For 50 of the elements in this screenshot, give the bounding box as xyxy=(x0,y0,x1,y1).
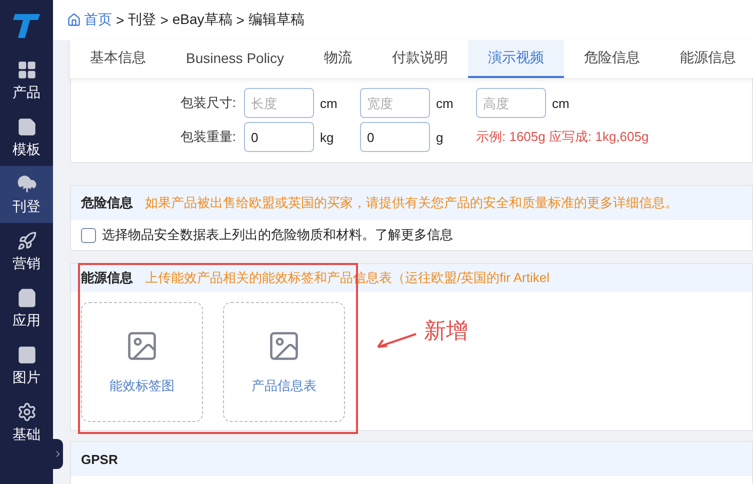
breadcrumb-item: 编辑草稿 xyxy=(248,11,304,29)
upload-tile[interactable]: 能效标签图 xyxy=(81,302,203,422)
annotation-text: 新增 xyxy=(424,317,468,345)
tab[interactable]: 付款说明 xyxy=(372,40,468,78)
field-label: 包装重量: xyxy=(179,128,236,146)
breadcrumb-separator: > xyxy=(160,12,168,28)
field-label: 包装尺寸: xyxy=(179,94,236,112)
hint-text: 示例: 1605g 应写成: 1kg,605g xyxy=(476,128,649,146)
unit-text: cm xyxy=(436,96,454,110)
upload-tile[interactable]: 产品信息表 xyxy=(223,302,345,422)
tab[interactable]: 能源信息 xyxy=(660,40,753,78)
collapse-toggle[interactable] xyxy=(53,439,63,469)
input-field[interactable]: 长度 xyxy=(244,88,314,118)
logo-icon xyxy=(12,13,40,39)
checkbox-label: 选择物品安全数据表上列出的危险物质和材料。了解更多信息 xyxy=(102,226,453,244)
cloud-upload-icon xyxy=(16,174,36,194)
input-field[interactable]: 0 xyxy=(244,122,314,152)
unit-text: kg xyxy=(320,130,335,144)
home-icon xyxy=(67,13,81,27)
breadcrumb-link[interactable]: 首页 xyxy=(67,11,112,29)
input-field[interactable]: 高度 xyxy=(476,88,546,118)
sidebar-item[interactable]: 模板 xyxy=(0,109,53,166)
sidebar-item[interactable]: 图片 xyxy=(0,337,53,394)
breadcrumb-item: eBay草稿 xyxy=(172,11,232,29)
unit-text: g xyxy=(436,130,444,144)
rocket-icon xyxy=(16,230,36,250)
sidebar-item[interactable]: 营销 xyxy=(0,223,53,280)
input-field[interactable]: 宽度 xyxy=(360,88,430,118)
tab[interactable]: Business Policy xyxy=(166,40,304,78)
tab[interactable]: 演示视频 xyxy=(468,40,564,78)
breadcrumb-separator: > xyxy=(116,12,124,28)
section-title: GPSR xyxy=(81,452,118,466)
tab[interactable]: 危险信息 xyxy=(564,40,660,78)
section-note: 如果产品被出售给欧盟或英国的买家，请提供有关您产品的安全和质量标准的更多详细信息。 xyxy=(145,194,678,212)
settings-icon xyxy=(16,402,36,422)
unit-text: cm xyxy=(320,96,338,110)
breadcrumb-item: 刊登 xyxy=(128,11,156,29)
sidebar-item[interactable]: 产品 xyxy=(0,52,53,109)
grid-icon xyxy=(16,60,36,80)
tab[interactable]: 基本信息 xyxy=(70,40,166,78)
breadcrumb-separator: > xyxy=(236,12,244,28)
sidebar-item[interactable]: 刊登 xyxy=(0,166,53,223)
section-title: 危险信息 xyxy=(81,194,133,212)
unit-text: cm xyxy=(552,96,570,110)
section-title: 能源信息 xyxy=(81,269,133,287)
tab[interactable]: 物流 xyxy=(304,40,372,78)
checkbox[interactable] xyxy=(81,228,96,242)
sidebar-item[interactable]: 基础 xyxy=(0,394,53,451)
sidebar-item[interactable]: 应用 xyxy=(0,280,53,337)
input-field[interactable]: 0 xyxy=(360,122,430,152)
